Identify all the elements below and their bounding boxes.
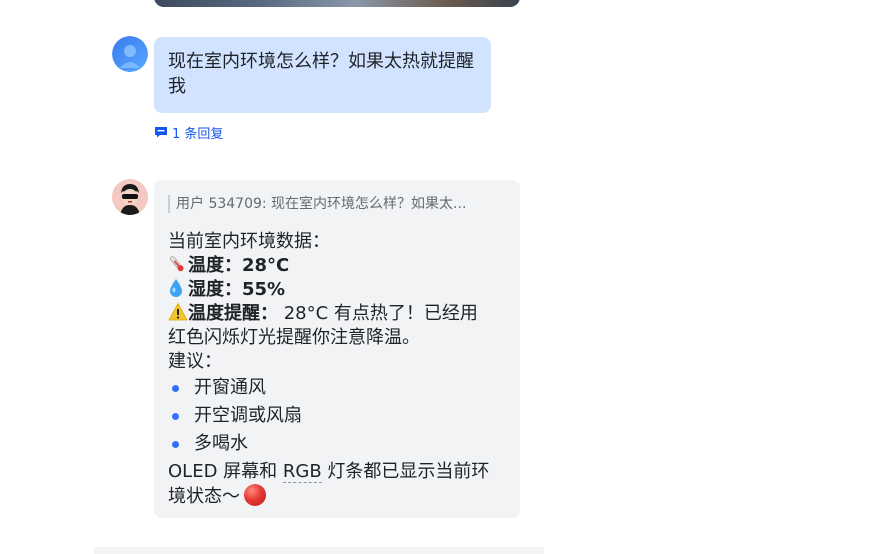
user-avatar[interactable] (112, 36, 148, 72)
alert-text-continued: 红色闪烁灯光提醒你注意降温。 (168, 327, 420, 348)
footer-prefix: OLED 屏幕和 (168, 461, 283, 482)
user-message-bubble[interactable]: 现在室内环境怎么样？如果太热就提醒我 (154, 37, 491, 113)
quoted-message[interactable]: 用户 534709: 现在室内环境怎么样？如果太... (168, 195, 504, 213)
next-message-edge (94, 547, 544, 554)
chat-thread: 现在室内环境怎么样？如果太热就提醒我 1 条回复 用户 534709: 现在室内… (0, 0, 882, 554)
bot-message-bubble[interactable]: 用户 534709: 现在室内环境怎么样？如果太... 当前室内环境数据： 温度… (154, 180, 520, 518)
temperature-line: 温度：28°C (168, 254, 508, 278)
previous-message-image[interactable] (154, 0, 520, 7)
thread-reply-link[interactable]: 1 条回复 (154, 123, 224, 142)
bot-avatar[interactable] (112, 179, 148, 215)
user-message-text: 现在室内环境怎么样？如果太热就提醒我 (168, 51, 474, 97)
comment-icon (154, 126, 168, 138)
temperature-label: 温度： (188, 255, 242, 276)
warning-icon (168, 302, 188, 326)
thermometer-icon (168, 254, 188, 278)
alert-label: 温度提醒： (188, 303, 278, 324)
reply-count: 1 条回复 (172, 126, 224, 142)
bot-message-content: 当前室内环境数据： 温度：28°C 湿度：55% 温度提醒： 28°C 有点热了… (168, 230, 508, 509)
data-heading: 当前室内环境数据： (168, 231, 330, 252)
footer-line: OLED 屏幕和 RGB 灯条都已显示当前环 (168, 460, 508, 484)
humidity-line: 湿度：55% (168, 278, 508, 302)
temperature-value: 28°C (242, 255, 290, 276)
humidity-value: 55% (242, 279, 286, 300)
suggestions-heading: 建议： (168, 351, 222, 372)
droplet-icon (168, 278, 188, 302)
red-circle-emoji (244, 484, 266, 506)
humidity-label: 湿度： (188, 279, 242, 300)
footer-line-2: 境状态～ (168, 484, 508, 509)
footer-mid: 灯条都已显示当前环 (321, 461, 490, 482)
alert-text: 28°C 有点热了！已经用 (278, 303, 478, 324)
rgb-term[interactable]: RGB (282, 461, 322, 483)
suggestion-item: 多喝水 (168, 430, 508, 458)
footer-text-2: 境状态～ (168, 486, 240, 507)
suggestion-item: 开窗通风 (168, 374, 508, 402)
alert-line: 温度提醒： 28°C 有点热了！已经用 (168, 302, 508, 326)
suggestion-item: 开空调或风扇 (168, 402, 508, 430)
